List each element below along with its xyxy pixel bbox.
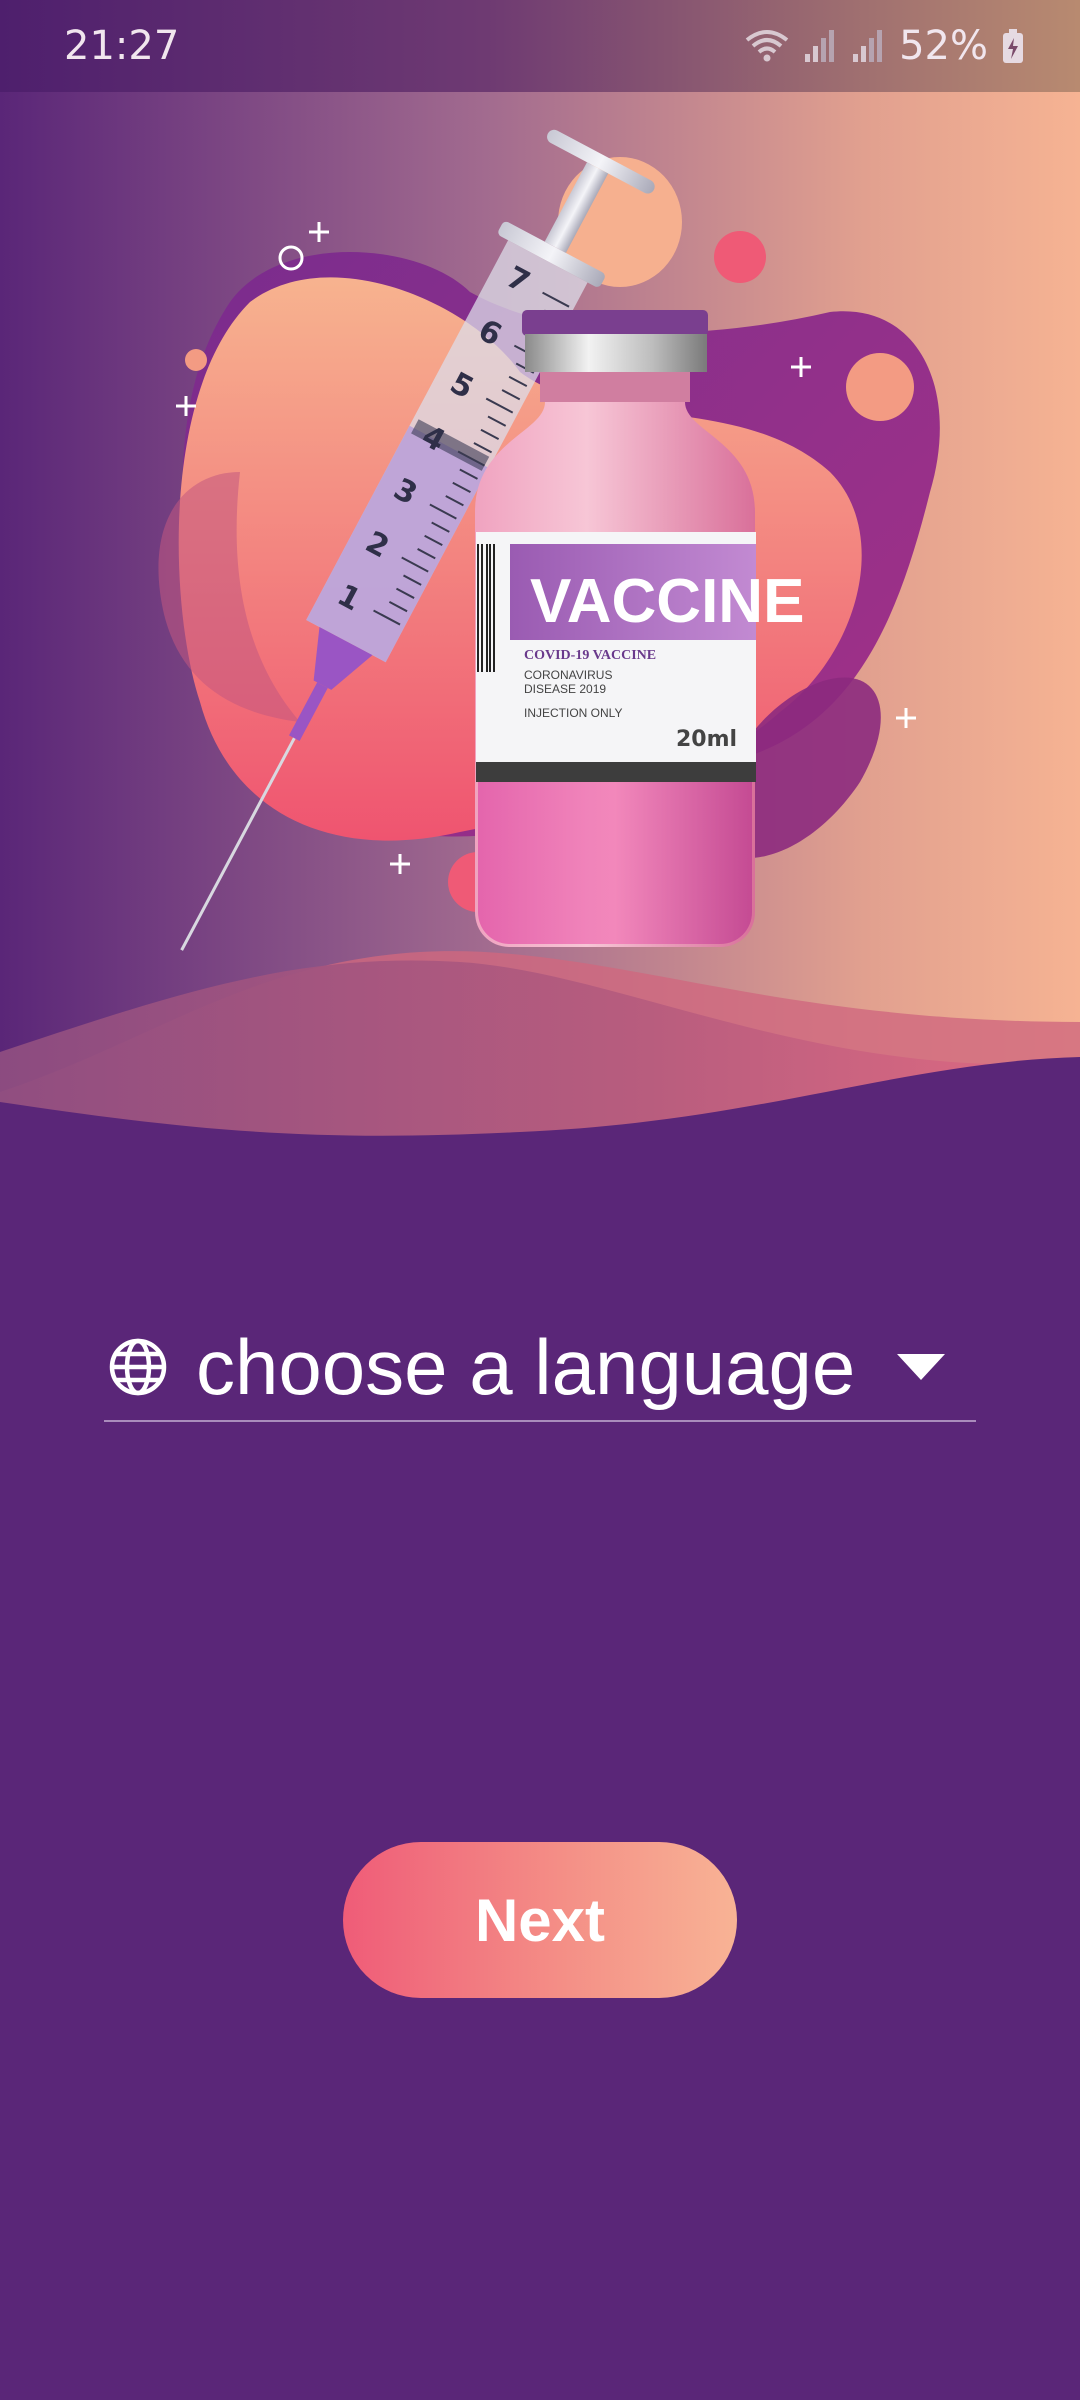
vaccine-illustration: 7 6 5 4 3 2 1 VACCINE COVID-19 VACCINE C… — [0, 92, 1080, 1142]
status-time: 21:27 — [64, 23, 180, 69]
language-dropdown-underline — [104, 1420, 976, 1422]
caret-down-icon — [897, 1354, 946, 1380]
signal-icon — [805, 30, 835, 62]
battery-level: 52% — [899, 23, 988, 69]
language-dropdown[interactable]: choose a language — [104, 1315, 976, 1419]
vial-line1: CORONAVIRUS — [524, 668, 612, 682]
vial-volume: 20ml — [676, 727, 737, 752]
vial-title: VACCINE — [530, 567, 804, 636]
vial-line3: INJECTION ONLY — [524, 706, 622, 720]
wifi-icon — [745, 30, 789, 62]
status-bar: 21:27 52% — [0, 0, 1080, 92]
battery-charging-icon — [1003, 29, 1023, 63]
hero-illustration: 7 6 5 4 3 2 1 VACCINE COVID-19 VACCINE C… — [0, 92, 1080, 1142]
globe-icon — [109, 1338, 167, 1396]
vial-line2: DISEASE 2019 — [524, 682, 606, 696]
status-icons: 52% — [745, 18, 1024, 74]
vial-subtitle: COVID-19 VACCINE — [524, 648, 656, 663]
next-button[interactable]: Next — [343, 1842, 737, 1998]
language-dropdown-label: choose a language — [196, 1323, 856, 1411]
signal-icon — [853, 30, 883, 62]
